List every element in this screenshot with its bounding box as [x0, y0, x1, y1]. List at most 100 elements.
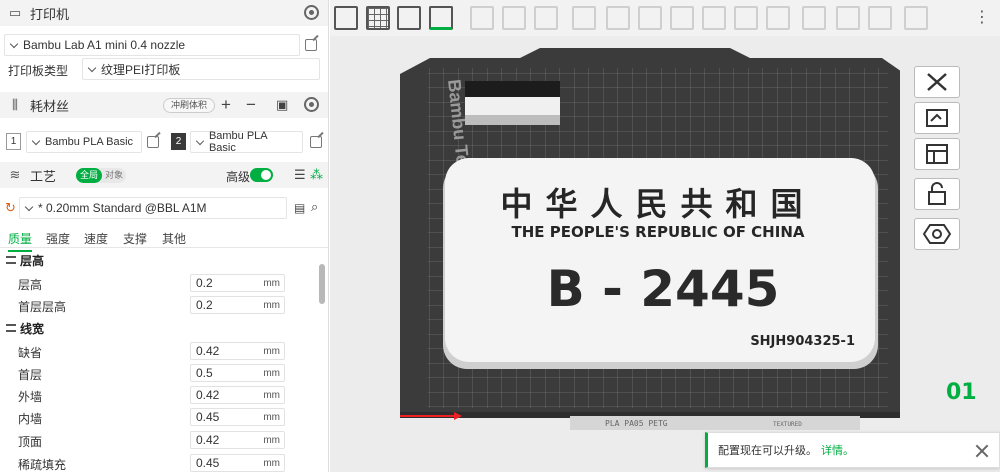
- lay-on-face-icon[interactable]: [670, 6, 694, 30]
- add-plate-icon[interactable]: [366, 6, 390, 30]
- layer-height-unit: mm: [263, 278, 280, 289]
- layer-height-field[interactable]: 0.2 mm: [190, 274, 285, 292]
- close-plate-button[interactable]: [914, 66, 960, 98]
- plate-number[interactable]: 01: [946, 380, 977, 405]
- chevron-down-icon: [195, 136, 205, 145]
- first-layer-width-unit: mm: [263, 368, 280, 379]
- filament-slot-1-name: Bambu PLA Basic: [45, 136, 134, 148]
- process-tabs: 质量 强度 速度 支撑 其他: [0, 228, 328, 252]
- small-block-dark: [465, 81, 560, 97]
- plate-type-select[interactable]: 纹理PEI打印板: [82, 58, 320, 80]
- model-code: B - 2445: [547, 260, 780, 318]
- filament-settings-gear-icon[interactable]: [304, 97, 319, 112]
- remove-filament-button[interactable]: −: [246, 96, 256, 114]
- top-surface-width-field[interactable]: 0.42 mm: [190, 431, 285, 449]
- top-toolbar: ⋮: [330, 0, 1000, 36]
- auto-orient-icon[interactable]: [397, 6, 421, 30]
- rotate-icon[interactable]: [606, 6, 630, 30]
- printer-icon: ▭: [8, 5, 22, 20]
- plate-type-label: 打印板类型: [8, 64, 69, 78]
- search-icon[interactable]: ⌕: [311, 198, 318, 216]
- arrange-plate-button[interactable]: [914, 138, 960, 170]
- printer-settings-gear-icon[interactable]: [304, 5, 319, 20]
- variable-layer-icon[interactable]: [534, 6, 558, 30]
- hexagon-settings-icon: [923, 224, 951, 244]
- initial-layer-height-unit: mm: [263, 300, 280, 311]
- add-object-icon[interactable]: [334, 6, 358, 30]
- initial-layer-height-field[interactable]: 0.2 mm: [190, 296, 285, 314]
- lock-plate-button[interactable]: [914, 178, 960, 210]
- filament-slot-2-select[interactable]: Bambu PLA Basic: [190, 130, 303, 154]
- first-layer-width-field[interactable]: 0.5 mm: [190, 364, 285, 382]
- arrange-icon[interactable]: [429, 6, 453, 30]
- process-section-header: ≋ 工艺: [0, 162, 328, 188]
- object-option[interactable]: 对象: [103, 168, 125, 183]
- notification-details-link[interactable]: 详情。: [821, 442, 854, 458]
- close-icon[interactable]: [973, 442, 991, 460]
- scale-icon[interactable]: [638, 6, 662, 30]
- sparse-infill-width-field[interactable]: 0.45 mm: [190, 454, 285, 472]
- outer-wall-width-field[interactable]: 0.42 mm: [190, 386, 285, 404]
- advanced-switch[interactable]: [250, 168, 273, 182]
- move-icon[interactable]: [572, 6, 596, 30]
- settings-scrollbar[interactable]: [319, 264, 325, 304]
- settings-sidebar: ▭ 打印机 Bambu Lab A1 mini 0.4 nozzle 打印板类型…: [0, 0, 329, 472]
- filament-section-title: 耗材丝: [30, 98, 70, 114]
- add-filament-button[interactable]: +: [221, 96, 231, 114]
- sparse-infill-width-label: 稀疏填充: [18, 458, 67, 472]
- inner-wall-width-label: 内墙: [18, 412, 43, 426]
- tab-others[interactable]: 其他: [162, 230, 186, 247]
- printer-preset-select[interactable]: Bambu Lab A1 mini 0.4 nozzle: [4, 34, 300, 56]
- sync-filament-icon[interactable]: ▣: [276, 96, 288, 114]
- tab-quality[interactable]: 质量: [8, 230, 33, 252]
- compare-icon[interactable]: ☰: [294, 166, 306, 184]
- reset-icon[interactable]: ↻: [5, 199, 16, 217]
- line-width-group: 线宽: [0, 320, 328, 336]
- split-parts-icon[interactable]: [502, 6, 526, 30]
- first-layer-width-label: 首层: [18, 368, 43, 382]
- small-block-side: [465, 115, 560, 125]
- edit-printer-icon[interactable]: [305, 39, 317, 51]
- notification-text: 配置现在可以升级。: [718, 445, 817, 457]
- boolean-icon[interactable]: [734, 6, 758, 30]
- process-tree-icon[interactable]: ⁂: [310, 166, 323, 184]
- process-preset-select[interactable]: * 0.20mm Standard @BBL A1M: [19, 197, 287, 219]
- printer-preset-value: Bambu Lab A1 mini 0.4 nozzle: [23, 38, 186, 52]
- layer-height-value: 0.2: [196, 276, 213, 290]
- more-icon[interactable]: ⋮: [970, 6, 994, 30]
- inner-wall-width-unit: mm: [263, 412, 280, 423]
- tab-support[interactable]: 支撑: [123, 230, 147, 247]
- global-option[interactable]: 全局: [76, 168, 102, 183]
- 3d-viewport[interactable]: ⋮ Bambu Textured PEI Plate 中华人民共和国 THE P…: [330, 0, 1000, 472]
- cut-icon[interactable]: [702, 6, 726, 30]
- text-icon[interactable]: [836, 6, 860, 30]
- printer-section-header: ▭ 打印机: [0, 0, 328, 26]
- sparse-infill-width-value: 0.45: [196, 456, 220, 470]
- plate-settings-button[interactable]: [914, 218, 960, 250]
- tab-strength[interactable]: 强度: [46, 230, 70, 247]
- first-layer-width-value: 0.5: [196, 366, 213, 380]
- color-paint-icon[interactable]: [868, 6, 892, 30]
- tab-speed[interactable]: 速度: [84, 230, 108, 247]
- process-preset-value: * 0.20mm Standard @BBL A1M: [38, 201, 207, 215]
- measure-icon[interactable]: [904, 6, 928, 30]
- chevron-down-icon: [24, 202, 34, 211]
- global-object-toggle[interactable]: 全局 对象: [76, 168, 126, 183]
- split-objects-icon[interactable]: [470, 6, 494, 30]
- outer-wall-width-unit: mm: [263, 390, 280, 401]
- flush-volume-button[interactable]: 冲刷体积: [163, 98, 216, 113]
- edit-filament-2-icon[interactable]: [310, 136, 322, 148]
- plate-type-value: 纹理PEI打印板: [101, 62, 181, 77]
- support-paint-icon[interactable]: [766, 6, 790, 30]
- save-preset-icon[interactable]: ▤: [294, 199, 305, 217]
- inner-wall-width-field[interactable]: 0.45 mm: [190, 408, 285, 426]
- chevron-down-icon: [87, 63, 97, 72]
- line-width-group-title: 线宽: [20, 321, 45, 336]
- auto-orient-plate-button[interactable]: [914, 102, 960, 134]
- line-width-icon: [6, 324, 16, 332]
- filament-slot-1-select[interactable]: Bambu PLA Basic: [26, 131, 142, 153]
- edit-filament-1-icon[interactable]: [147, 136, 159, 148]
- default-width-field[interactable]: 0.42 mm: [190, 342, 285, 360]
- seam-paint-icon[interactable]: [802, 6, 826, 30]
- outer-wall-width-label: 外墙: [18, 390, 43, 404]
